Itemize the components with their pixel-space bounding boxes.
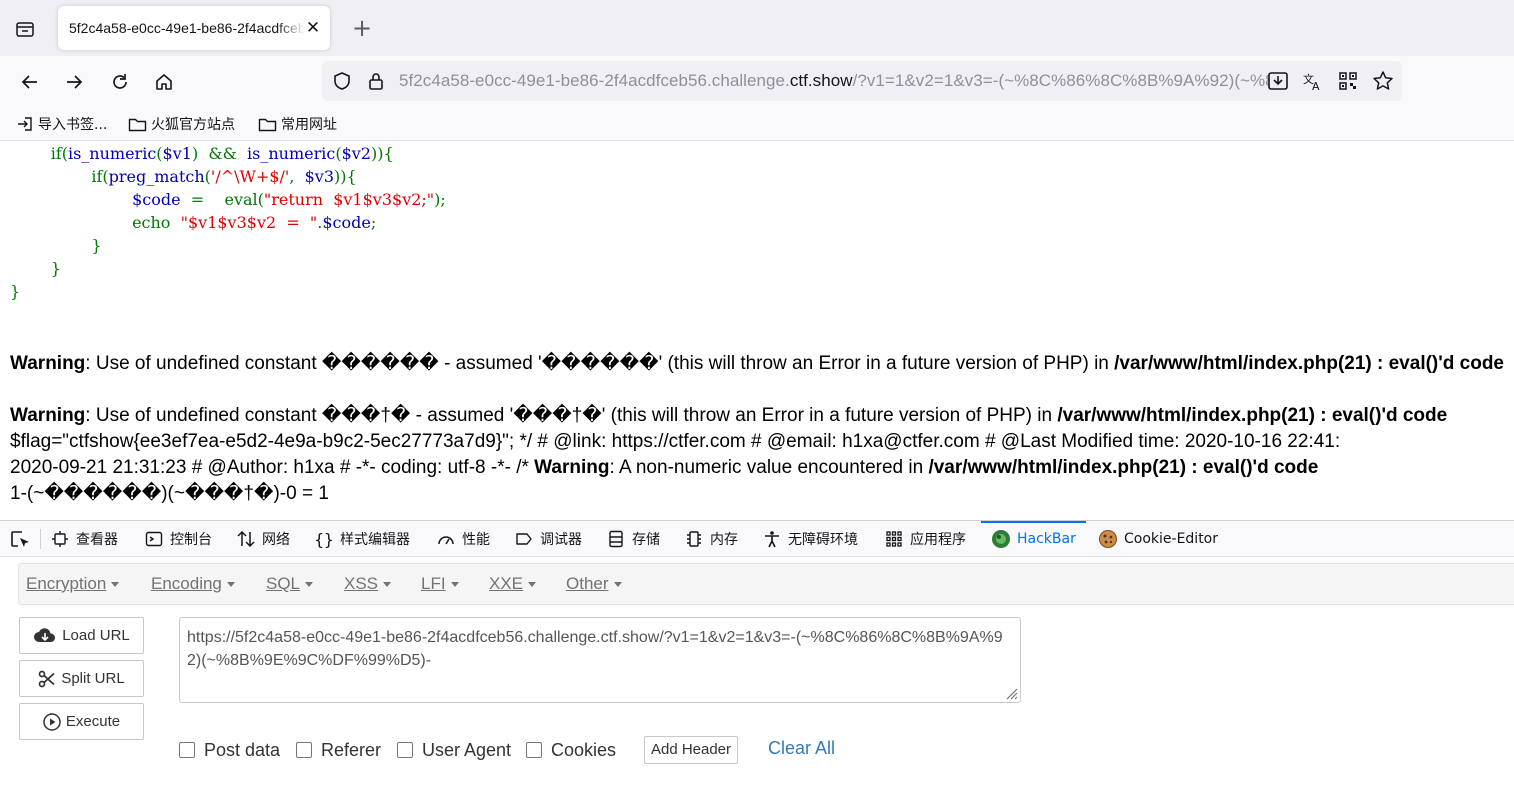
scissors-icon [38,670,55,687]
php-source-code: if(is_numeric($v1) && is_numeric($v2)){ … [10,142,446,303]
bookmark-import[interactable]: 导入书签... [16,113,107,135]
clear-all-link[interactable]: Clear All [768,738,835,759]
menu-xss[interactable]: XSS [344,564,392,604]
new-tab-button[interactable]: + [348,15,376,43]
star-icon[interactable] [1372,70,1394,92]
bookmark-folder-firefox[interactable]: 火狐官方站点 [128,113,235,135]
svg-text:A: A [1312,80,1320,92]
split-url-button[interactable]: Split URL [19,660,144,697]
load-url-button[interactable]: Load URL [19,617,144,654]
tab-title: 5f2c4a58-e0cc-49e1-be86-2f4acdfceb56.cha… [69,20,305,36]
code-line: } [10,282,21,301]
tab-hackbar[interactable]: HackBar [981,521,1086,557]
menu-other[interactable]: Other [566,564,622,604]
console-icon [144,529,164,549]
element-picker-icon[interactable] [8,528,32,552]
referer-checkbox[interactable]: Referer [296,739,381,761]
tab-network[interactable]: 网络 [236,521,290,557]
reload-icon[interactable] [104,66,136,98]
import-icon [18,117,32,131]
devtools-panel: 查看器 控制台 网络 {} 样式编辑器 性能 调试器 存储 内存 无障碍环境 应… [0,520,1514,805]
warning-line: 2020-09-21 21:31:23 # @Author: h1xa # -*… [10,457,1319,478]
bookmarks-toolbar: 导入书签... 火狐官方站点 常用网址 [0,108,1514,141]
cookies-checkbox[interactable]: Cookies [526,739,616,761]
menu-sql[interactable]: SQL [266,564,314,604]
code-line: } [50,259,61,278]
tab-accessibility[interactable]: 无障碍环境 [762,521,858,557]
translate-icon[interactable]: 文A [1302,70,1324,92]
url-prefix: 5f2c4a58-e0cc-49e1-be86-2f4acdfceb56.cha… [399,71,790,90]
network-icon [236,529,256,549]
active-tab[interactable]: 5f2c4a58-e0cc-49e1-be86-2f4acdfceb56.cha… [58,6,330,50]
url-input[interactable]: 5f2c4a58-e0cc-49e1-be86-2f4acdfceb56.cha… [399,61,1269,101]
download-icon[interactable] [1267,70,1289,92]
inspector-icon [50,529,70,549]
user-agent-checkbox[interactable]: User Agent [397,739,511,761]
menu-lfi[interactable]: LFI [421,564,459,604]
php-output: Warning: Use of undefined constant �����… [10,351,1514,507]
close-icon[interactable]: ✕ [304,19,322,37]
application-icon [884,529,904,549]
execute-button[interactable]: Execute [19,703,144,740]
url-domain: ctf.show [789,71,853,90]
tab-console[interactable]: 控制台 [144,521,212,557]
shield-icon[interactable] [331,70,353,92]
warning-line: Warning: Use of undefined constant ���†�… [10,405,1448,426]
style-editor-icon: {} [314,529,334,549]
hackbar-url-value: https://5f2c4a58-e0cc-49e1-be86-2f4acdfc… [187,629,1003,669]
menu-xxe[interactable]: XXE [489,564,537,604]
code-line: } [91,236,102,255]
navigation-bar: 5f2c4a58-e0cc-49e1-be86-2f4acdfceb56.cha… [0,56,1514,108]
home-icon[interactable] [148,66,180,98]
tab-inspector[interactable]: 查看器 [50,521,118,557]
address-bar[interactable]: 5f2c4a58-e0cc-49e1-be86-2f4acdfceb56.cha… [322,61,1402,101]
hackbar-url-textarea[interactable]: https://5f2c4a58-e0cc-49e1-be86-2f4acdfc… [179,617,1021,703]
tab-style-editor[interactable]: {} 样式编辑器 [314,521,410,557]
menu-encryption[interactable]: Encryption [26,564,120,604]
result-line: 1-(~������)(~���†�)-0 = 1 [10,483,329,504]
forward-icon[interactable] [58,66,90,98]
play-icon [43,712,61,731]
lock-icon[interactable] [365,70,387,92]
performance-icon [436,529,456,549]
post-data-checkbox[interactable]: Post data [179,739,280,761]
memory-icon [684,529,704,549]
warning-line: Warning: Use of undefined constant �����… [10,353,1505,374]
devtools-toolbar: 查看器 控制台 网络 {} 样式编辑器 性能 调试器 存储 内存 无障碍环境 应… [0,521,1514,557]
accessibility-icon [762,529,782,549]
tab-cookie-editor[interactable]: Cookie-Editor [1098,521,1218,557]
hackbar-icon [991,529,1011,549]
tab-application[interactable]: 应用程序 [884,521,966,557]
hackbar-menu: Encryption Encoding SQL XSS LFI XXE Othe… [18,563,1514,605]
qr-icon[interactable] [1337,70,1359,92]
cloud-download-icon [34,627,56,642]
menu-encoding[interactable]: Encoding [151,564,235,604]
bookmark-label: 常用网址 [281,117,337,133]
tab-list-icon[interactable] [10,16,40,42]
code-line: echo "$v1$v3$v2 = ".$code; [132,213,377,232]
bookmark-folder-common[interactable]: 常用网址 [258,113,337,135]
flag-line: $flag="ctfshow{ee3ef7ea-e5d2-4e9a-b9c2-5… [10,431,1341,452]
add-header-button[interactable]: Add Header [644,736,738,764]
back-icon[interactable] [14,66,46,98]
tab-performance[interactable]: 性能 [436,521,490,557]
tab-storage[interactable]: 存储 [606,521,660,557]
folder-icon [258,118,277,131]
folder-icon [128,118,147,131]
code-line: $code = eval("return $v1$v3$v2;"); [132,190,446,209]
bookmark-label: 导入书签... [38,117,108,133]
url-path: /?v1=1&v2=1&v3=-(~%8C%86%8C%8B%9A%92)(~%… [852,71,1269,90]
tab-strip: 5f2c4a58-e0cc-49e1-be86-2f4acdfceb56.cha… [0,0,1514,56]
tab-memory[interactable]: 内存 [684,521,738,557]
storage-icon [606,529,626,549]
tab-debugger[interactable]: 调试器 [514,521,582,557]
bookmark-label: 火狐官方站点 [151,117,235,133]
resize-handle-icon[interactable] [1004,686,1018,700]
debugger-icon [514,529,534,549]
page-content: if(is_numeric($v1) && is_numeric($v2)){ … [0,141,1514,521]
cookie-icon [1098,529,1118,549]
code-line: if(is_numeric($v1) && is_numeric($v2)){ [50,144,394,163]
code-line: if(preg_match('/^\W+$/', $v3)){ [91,167,357,186]
